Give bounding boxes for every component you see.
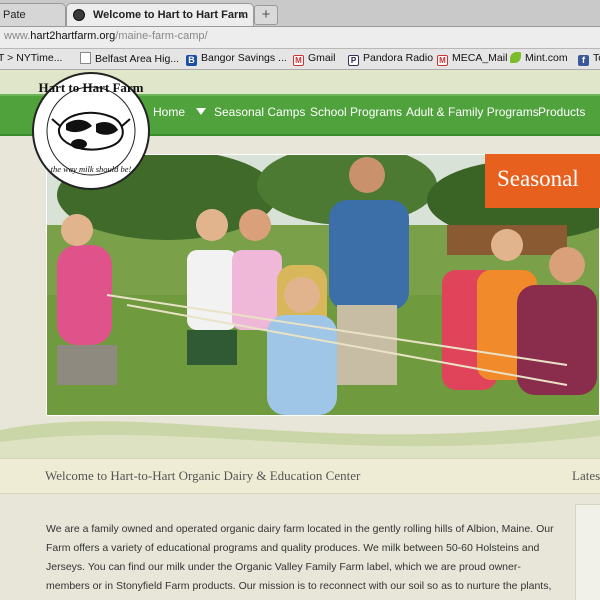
close-tab-icon[interactable]: × [239,4,246,26]
bookmark-label: Belfast Area Hig... [95,53,180,65]
triangle-down-icon [196,108,206,115]
intro-paragraph: We are a family owned and operated organ… [46,523,554,600]
nav-seasonal-camps[interactable]: Seasonal Camps [214,105,305,119]
bookmark-label: Gmail [308,52,336,64]
welcome-heading: Welcome to Hart-to-Hart Organic Dairy & … [45,468,361,483]
seasonal-banner[interactable]: Seasonal [485,154,600,208]
nav-products[interactable]: Products [538,105,585,119]
website: Home Seasonal Camps School Programs Adul… [0,70,600,600]
welcome-bar: Welcome to Hart-to-Hart Organic Dairy & … [0,458,600,494]
bookmark-label: Tc [593,52,600,64]
browser-tab-bar: Pate Welcome to Hart to Hart Farm × + [0,0,600,27]
nav-label: Products [538,105,586,119]
latest-heading: Lates [572,468,600,483]
bookmark-label: T > NYTime... [0,52,63,64]
bangor-b-icon: B [186,55,197,66]
browser-tab-active[interactable]: Welcome to Hart to Hart Farm × [66,3,254,26]
bookmark-item[interactable]: Belfast Area Hig... [80,52,179,65]
url-field[interactable]: www.hart2hartfarm.org/maine-farm-camp/ [4,30,208,42]
nav-label: Adult & Family Programs [406,105,539,119]
page-icon [80,52,91,64]
bookmark-item[interactable]: Mint.com [510,52,568,64]
browser-tab[interactable]: Pate [0,3,66,26]
url-path: /maine-farm-camp/ [115,30,208,42]
bookmarks-bar: T > NYTime... Belfast Area Hig... B Bango… [0,49,600,70]
bookmark-item[interactable]: M MECA_Mail [437,52,507,66]
bookmark-item[interactable]: M Gmail [293,52,335,66]
logo-title: Hart to Hart Farm [38,80,144,95]
tab-title: Pate [3,9,26,21]
cow-favicon-icon [73,9,85,21]
bookmark-label: MECA_Mail [452,52,508,64]
gmail-icon: M [293,55,304,66]
url-host: hart2hartfarm.org [30,30,116,42]
pandora-p-icon: P [348,55,359,66]
sidebar-box [575,504,600,600]
tab-title: Welcome to Hart to Hart Farm [93,9,249,21]
bookmark-item[interactable]: P Pandora Radio [348,52,433,66]
nav-adult-family-programs[interactable]: Adult & Family Programs [406,105,539,119]
bookmark-label: Bangor Savings ... [201,52,287,64]
new-tab-button[interactable]: + [254,5,278,25]
bookmark-label: Mint.com [525,52,568,64]
bookmark-label: Pandora Radio [363,52,434,64]
nav-label: Seasonal Camps [214,105,306,119]
nav-school-programs[interactable]: School Programs [310,105,402,119]
bookmark-item[interactable]: B Bangor Savings ... [186,52,287,66]
bookmark-item[interactable]: f Tc [578,52,600,66]
gmail-icon: M [437,55,448,66]
mint-leaf-icon [510,52,521,63]
logo-tagline: the way milk should be! [50,164,132,174]
farm-logo[interactable]: Hart to Hart Farm the way milk should be… [32,72,150,190]
url-prefix: www. [4,30,31,42]
bookmark-item[interactable]: T > NYTime... [0,52,62,64]
nav-label: Home [153,105,186,119]
nav-label: School Programs [310,105,403,119]
facebook-icon: f [578,55,589,66]
address-bar[interactable]: www.hart2hartfarm.org/maine-farm-camp/ [0,27,600,49]
nav-home[interactable]: Home [153,105,185,119]
nav-dropdown-icon[interactable] [196,105,206,119]
